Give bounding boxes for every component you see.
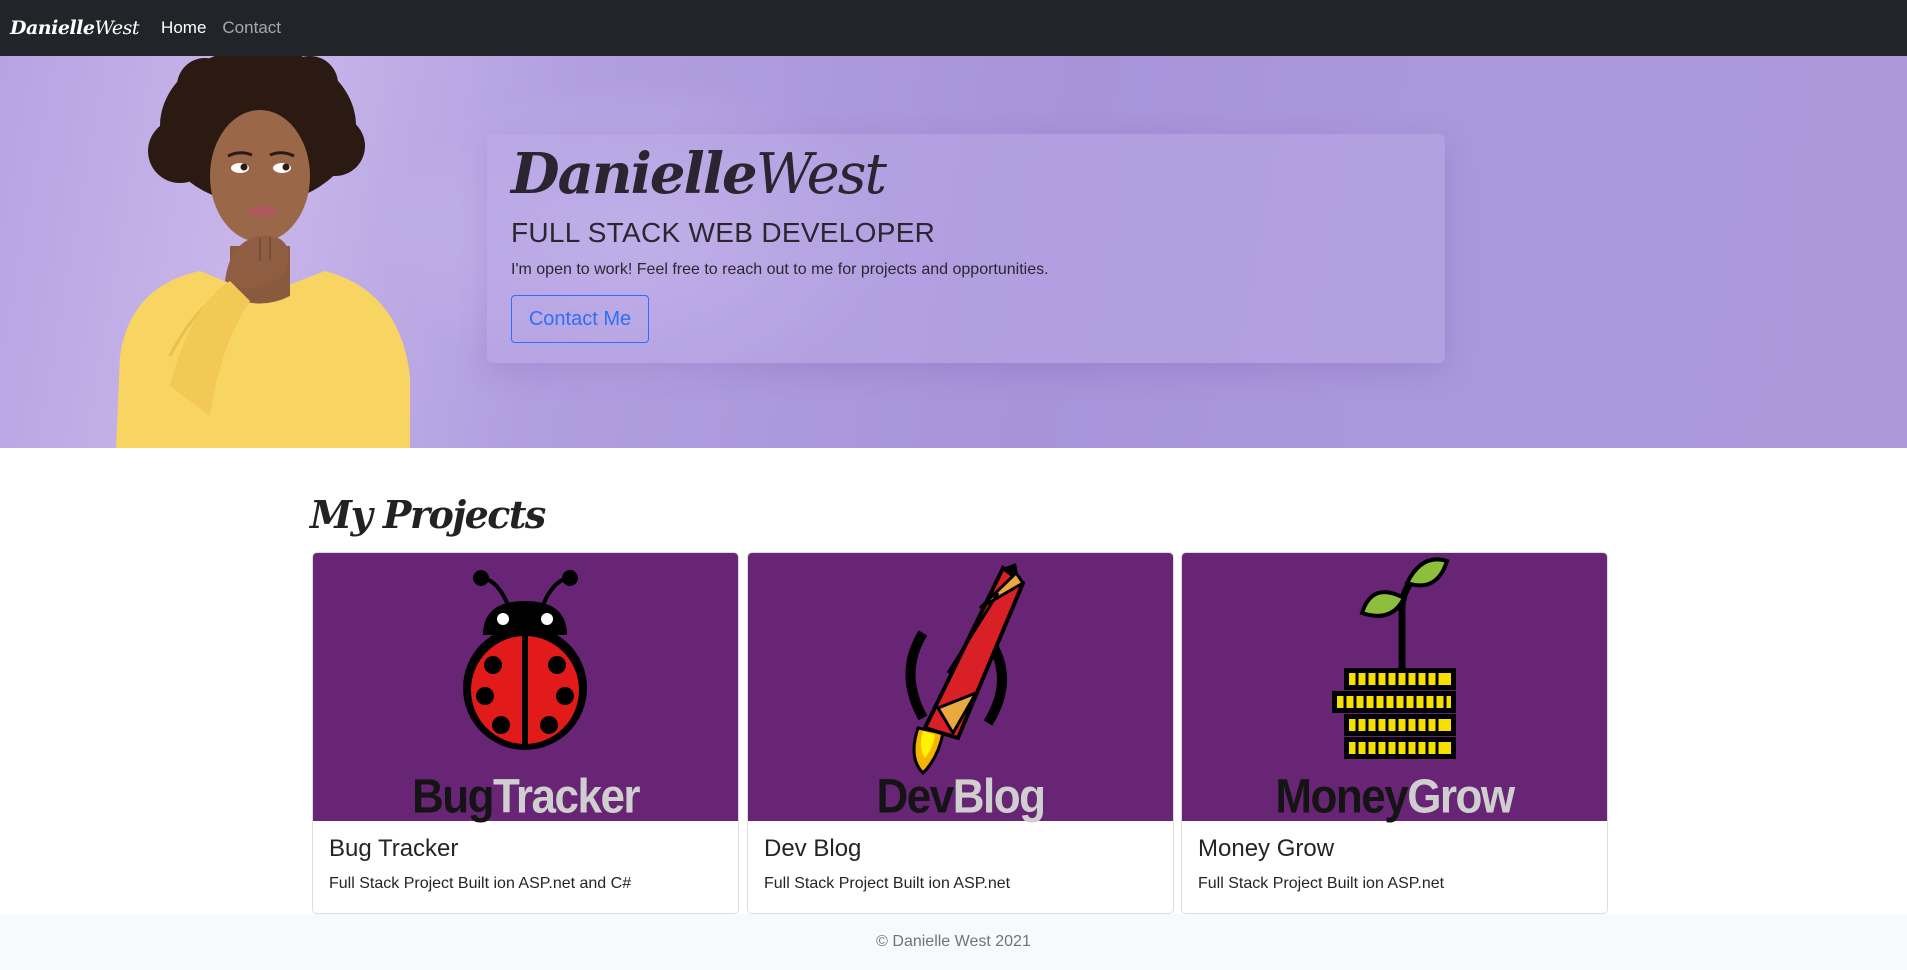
contact-me-button[interactable]: Contact Me [511,295,649,343]
card-text: Full Stack Project Built ion ASP.net [764,875,1011,892]
brand-logo[interactable]: Danielle West [10,17,140,39]
card-body: Bug Tracker Full Stack Project Built ion… [313,821,738,907]
caption-part-b: Grow [1407,769,1515,824]
nav-home-link[interactable]: Home [161,18,206,38]
project-card-dev-blog[interactable]: DevBlog Dev Blog Full Stack Project Buil… [747,552,1174,914]
project-card-bug-tracker[interactable]: BugTracker Bug Tracker Full Stack Projec… [312,552,739,914]
hero-card: DanielleWest FULL STACK WEB DEVELOPER I'… [487,134,1445,363]
projects-heading: My Projects [310,492,546,537]
hero-name-first: Danielle [511,141,758,207]
brand-last-name: West [94,17,140,39]
caption-part-b: Tracker [492,769,641,824]
card-title: Dev Blog [764,835,862,862]
hero-name: DanielleWest [511,138,1421,211]
card-body: Dev Blog Full Stack Project Built ion AS… [748,821,1173,907]
hero-banner: DanielleWest FULL STACK WEB DEVELOPER I'… [0,56,1907,448]
footer: © Danielle West 2021 [0,914,1907,970]
card-text: Full Stack Project Built ion ASP.net and… [329,875,632,892]
hero-text: I'm open to work! Feel free to reach out… [511,261,1049,278]
project-image: BugTracker [313,553,738,821]
card-text: Full Stack Project Built ion ASP.net [1198,875,1445,892]
footer-copyright: © Danielle West 2021 [876,933,1031,950]
portrait-image [116,56,410,448]
nav-contact-link[interactable]: Contact [222,18,281,38]
card-body: Money Grow Full Stack Project Built ion … [1182,821,1607,907]
card-title: Money Grow [1198,835,1335,862]
project-card-money-grow[interactable]: MoneyGrow Money Grow Full Stack Project … [1181,552,1608,914]
hero-title: FULL STACK WEB DEVELOPER [511,217,936,248]
caption-part-b: Blog [952,769,1046,824]
project-image-caption: MoneyGrow [1182,769,1607,824]
project-image-caption: DevBlog [748,769,1173,824]
project-image: DevBlog [748,553,1173,821]
caption-part-a: Bug [411,769,495,824]
caption-part-a: Money [1275,769,1408,824]
brand-first-name: Danielle [10,17,95,39]
card-title: Bug Tracker [329,835,459,862]
project-image-caption: BugTracker [313,769,738,824]
project-image: MoneyGrow [1182,553,1607,821]
caption-part-a: Dev [876,769,955,824]
navbar: Danielle West Home Contact [0,0,1907,56]
hero-name-last: West [755,142,887,207]
